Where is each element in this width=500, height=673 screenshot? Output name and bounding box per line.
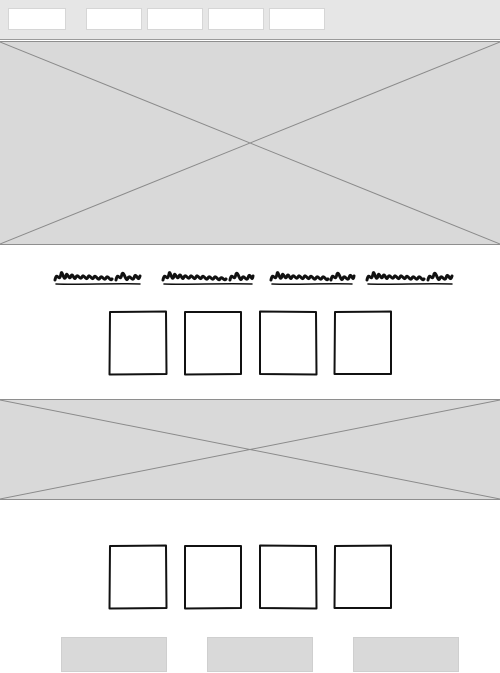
feature-tile-8[interactable]	[333, 544, 393, 610]
nav-item-4[interactable]	[269, 8, 325, 30]
nav-logo-box[interactable]	[8, 8, 66, 30]
feature-tile-2[interactable]	[183, 310, 243, 376]
feature-label-scribble-4	[365, 271, 454, 286]
feature-label-scribble-2	[161, 271, 255, 286]
nav-item-1[interactable]	[86, 8, 142, 30]
nav-item-2[interactable]	[147, 8, 203, 30]
feature-label-scribble-3	[269, 271, 356, 286]
feature-tile-4[interactable]	[333, 310, 393, 376]
feature-tile-5[interactable]	[108, 544, 168, 610]
nav-item-3[interactable]	[208, 8, 264, 30]
feature-tile-3[interactable]	[258, 310, 318, 376]
feature-label-scribble-1	[53, 271, 142, 286]
top-navigation-bar	[0, 0, 500, 40]
hero-image-placeholder	[0, 41, 500, 245]
image-placeholder-icon	[0, 42, 500, 244]
feature-tile-6[interactable]	[183, 544, 243, 610]
footer-button-3[interactable]	[353, 637, 459, 672]
footer-button-1[interactable]	[61, 637, 167, 672]
footer-button-2[interactable]	[207, 637, 313, 672]
image-placeholder-icon	[0, 400, 500, 499]
feature-tile-7[interactable]	[258, 544, 318, 610]
banner-image-placeholder	[0, 399, 500, 500]
feature-tile-1[interactable]	[108, 310, 168, 376]
